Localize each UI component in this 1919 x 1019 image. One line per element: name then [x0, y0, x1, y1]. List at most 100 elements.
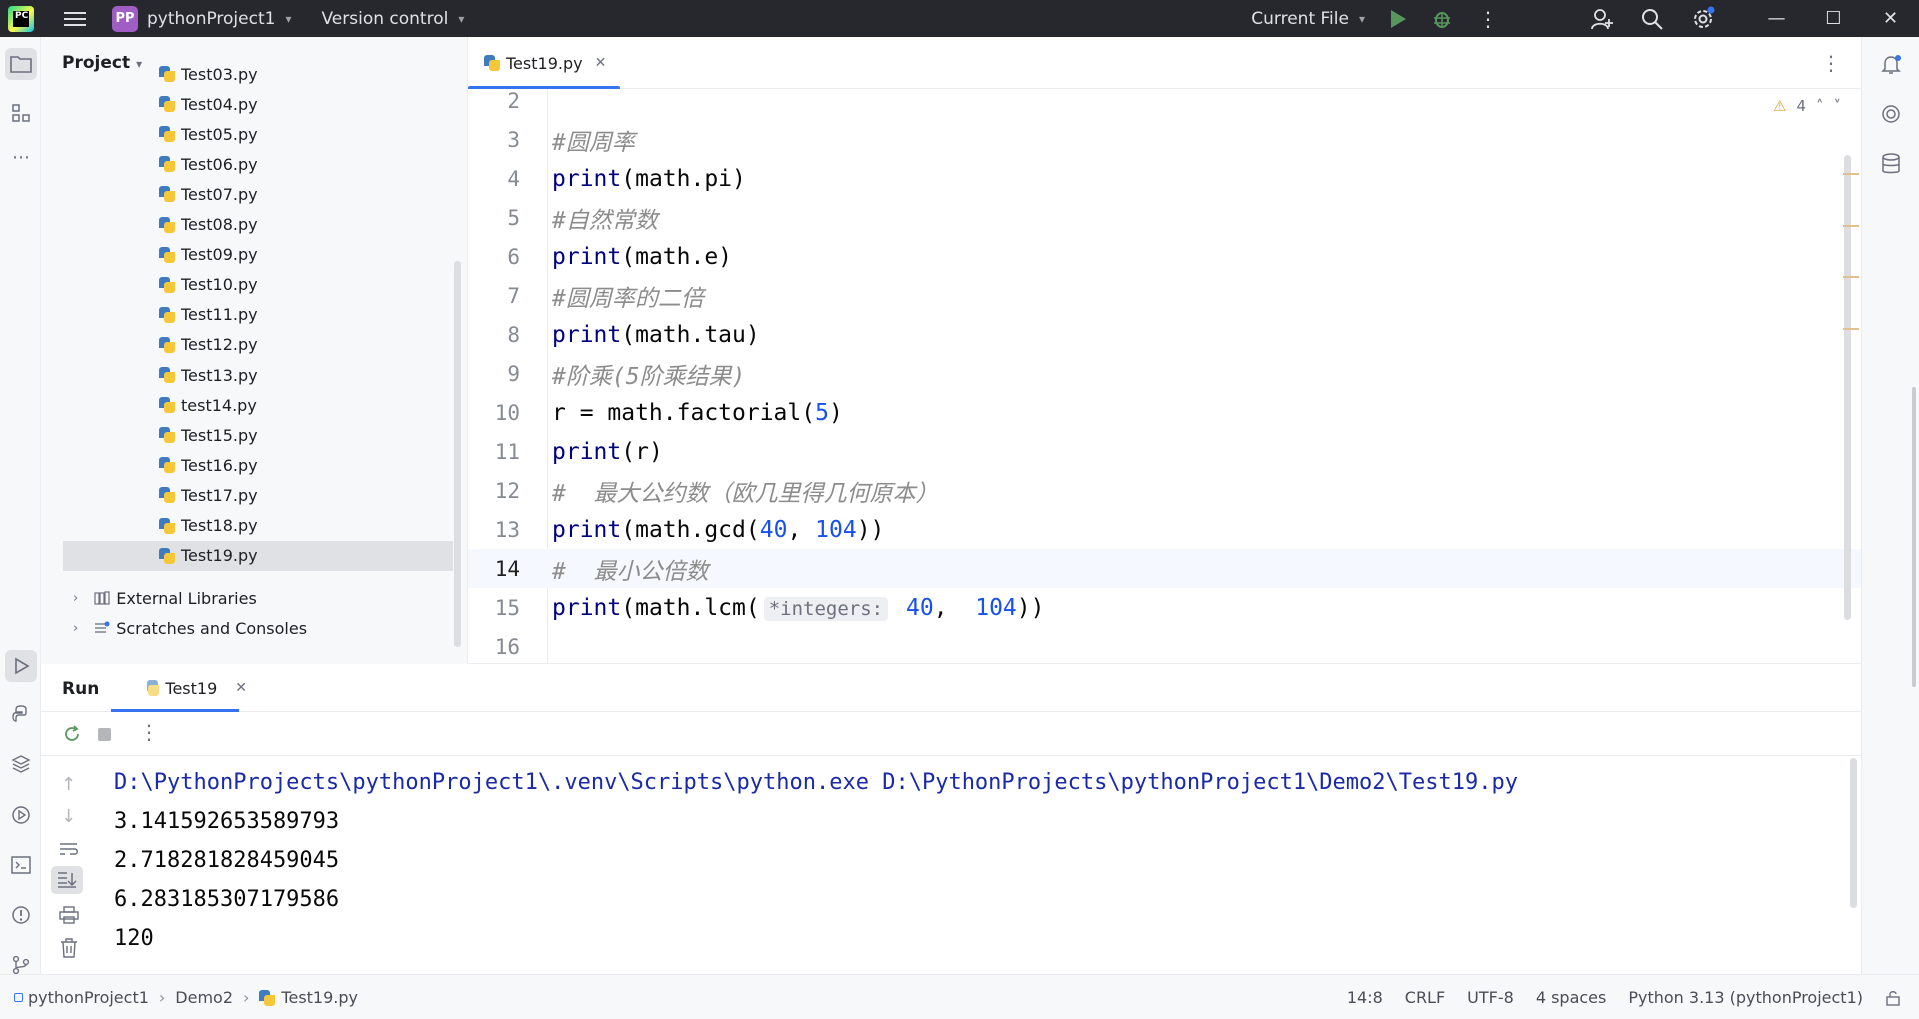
indent-setting[interactable]: 4 spaces: [1536, 988, 1607, 1007]
code-line[interactable]: 6 print(math.e): [468, 237, 1861, 276]
settings-icon[interactable]: [1690, 6, 1716, 32]
file-tree-item[interactable]: Test10.py: [63, 270, 453, 300]
code-line[interactable]: 13 print(math.gcd(40, 104)): [468, 510, 1861, 549]
file-tree-item[interactable]: Test08.py: [63, 210, 453, 240]
file-tree-item[interactable]: Test13.py: [63, 360, 453, 390]
file-tree-item[interactable]: Test03.py: [63, 59, 453, 89]
project-folder-icon[interactable]: [5, 48, 37, 80]
rerun-icon[interactable]: [62, 724, 82, 744]
trash-icon[interactable]: [60, 938, 78, 958]
code-text: #圆周率: [552, 129, 635, 156]
code-line[interactable]: 4 print(math.pi): [468, 159, 1861, 198]
close-tab-icon[interactable]: ✕: [595, 55, 607, 71]
lock-icon[interactable]: [1885, 990, 1901, 1006]
code-line[interactable]: 5 #自然常数: [468, 198, 1861, 237]
code-line[interactable]: 14 # 最小公倍数: [468, 549, 1861, 588]
project-scrollbar[interactable]: [454, 261, 461, 647]
code-line[interactable]: 11 print(r): [468, 432, 1861, 471]
more-horizontal-icon[interactable]: ⋯: [5, 141, 37, 173]
file-tree-item[interactable]: Test05.py: [63, 119, 453, 149]
terminal-icon[interactable]: [5, 849, 37, 881]
tab-test19[interactable]: Test19.py ✕: [468, 37, 620, 90]
tree-item-external-libraries[interactable]: › External Libraries: [63, 583, 453, 613]
file-tree-item[interactable]: Test15.py: [63, 420, 453, 450]
project-switcher[interactable]: PP pythonProject1 ▾: [86, 0, 291, 37]
close-tab-icon[interactable]: ✕: [235, 680, 247, 696]
run-tool-icon[interactable]: [5, 650, 37, 682]
minimize-icon[interactable]: —: [1748, 8, 1805, 29]
layers-icon[interactable]: [5, 748, 37, 780]
python-interpreter[interactable]: Python 3.13 (pythonProject1): [1628, 988, 1863, 1007]
file-tree-item[interactable]: Test06.py: [63, 149, 453, 179]
run-icon[interactable]: [1391, 9, 1406, 28]
arrow-up-icon[interactable]: ↑: [61, 774, 76, 795]
python-file-icon: [159, 397, 175, 414]
file-tree-item[interactable]: Test19.py: [63, 540, 453, 571]
console-output-line: 6.283185307179586: [114, 887, 340, 912]
database-icon[interactable]: [1875, 148, 1907, 180]
file-encoding[interactable]: UTF-8: [1467, 988, 1514, 1007]
services-icon[interactable]: [5, 799, 37, 831]
code-line[interactable]: 7 #圆周率的二倍: [468, 276, 1861, 315]
console-output-line: 3.141592653589793: [114, 809, 340, 834]
pycharm-logo-icon[interactable]: PC: [8, 5, 34, 32]
code-line[interactable]: 8 print(math.tau): [468, 315, 1861, 354]
more-vertical-icon[interactable]: ⋮: [139, 720, 159, 744]
code-line[interactable]: 15 print(math.lcm(*integers: 40, 104)): [468, 588, 1861, 627]
scroll-to-end-icon[interactable]: [51, 866, 83, 894]
line-number: 12: [494, 478, 520, 503]
file-tree-item[interactable]: Test12.py: [63, 330, 453, 360]
soft-wrap-icon[interactable]: [59, 842, 79, 858]
right-scrollbar[interactable]: [1912, 387, 1916, 687]
file-tree-item[interactable]: Test11.py: [63, 300, 453, 330]
stop-icon[interactable]: [98, 728, 111, 741]
code-editor[interactable]: 2 3 #圆周率 4 print(math.pi) 5 #自然常数 6 print(math.e…: [468, 89, 1861, 664]
print-icon[interactable]: [59, 906, 79, 924]
more-vertical-icon[interactable]: ⋮: [1821, 51, 1841, 75]
line-separator[interactable]: CRLF: [1405, 988, 1445, 1007]
code-line[interactable]: 12 # 最大公约数（欧几里得几何原本）: [468, 471, 1861, 510]
code-line[interactable]: 16: [468, 627, 1861, 663]
chevron-right-icon[interactable]: ›: [73, 591, 78, 606]
arrow-down-icon[interactable]: ↓: [61, 806, 76, 827]
run-tab-test19[interactable]: Test19 ✕: [129, 664, 247, 712]
file-tree-item[interactable]: Test17.py: [63, 480, 453, 510]
file-tree-item[interactable]: test14.py: [63, 390, 453, 420]
search-icon[interactable]: [1640, 7, 1664, 31]
debug-icon[interactable]: [1432, 9, 1452, 29]
file-tree-item[interactable]: Test09.py: [63, 240, 453, 270]
console-scrollbar[interactable]: [1850, 758, 1857, 908]
add-user-icon[interactable]: [1590, 7, 1614, 31]
run-config-selector[interactable]: Current File ▾: [1251, 0, 1365, 37]
breadcrumb-file[interactable]: Test19.py: [281, 988, 358, 1007]
structure-icon[interactable]: [5, 97, 37, 129]
chevron-down-icon[interactable]: ˅: [1834, 97, 1842, 115]
tree-item-scratches[interactable]: › Scratches and Consoles: [63, 613, 453, 643]
caret-position[interactable]: 14:8: [1347, 988, 1383, 1007]
file-tree-item-label: Test11.py: [181, 305, 258, 325]
code-line[interactable]: 3 #圆周率: [468, 120, 1861, 159]
breadcrumb-project[interactable]: pythonProject1: [28, 988, 149, 1007]
hamburger-menu-icon[interactable]: [64, 11, 86, 26]
code-line[interactable]: 10 r = math.factorial(5): [468, 393, 1861, 432]
code-text: #阶乘(5阶乘结果): [552, 363, 746, 390]
file-tree-item[interactable]: Test18.py: [63, 511, 453, 541]
maximize-icon[interactable]: ☐: [1805, 8, 1862, 29]
file-tree-item[interactable]: Test07.py: [63, 179, 453, 209]
chevron-right-icon[interactable]: ›: [73, 621, 78, 636]
file-tree-item[interactable]: Test16.py: [63, 450, 453, 480]
inspection-widget[interactable]: ⚠ 4 ˄ ˅: [1773, 97, 1841, 115]
version-control-menu[interactable]: Version control ▾: [321, 0, 464, 37]
chevron-up-icon[interactable]: ˄: [1816, 97, 1824, 115]
python-packages-icon[interactable]: [5, 698, 37, 730]
more-vertical-icon[interactable]: ⋮: [1478, 7, 1498, 31]
close-icon[interactable]: ✕: [1862, 8, 1919, 29]
chevron-down-icon: ▾: [1358, 11, 1365, 26]
ai-assistant-icon[interactable]: [1875, 98, 1907, 130]
problems-icon[interactable]: [5, 899, 37, 931]
code-line[interactable]: 2: [468, 89, 1861, 120]
code-line[interactable]: 9 #阶乘(5阶乘结果): [468, 354, 1861, 393]
notifications-icon[interactable]: [1875, 49, 1907, 81]
file-tree-item[interactable]: Test04.py: [63, 89, 453, 119]
breadcrumb-folder[interactable]: Demo2: [175, 988, 233, 1007]
